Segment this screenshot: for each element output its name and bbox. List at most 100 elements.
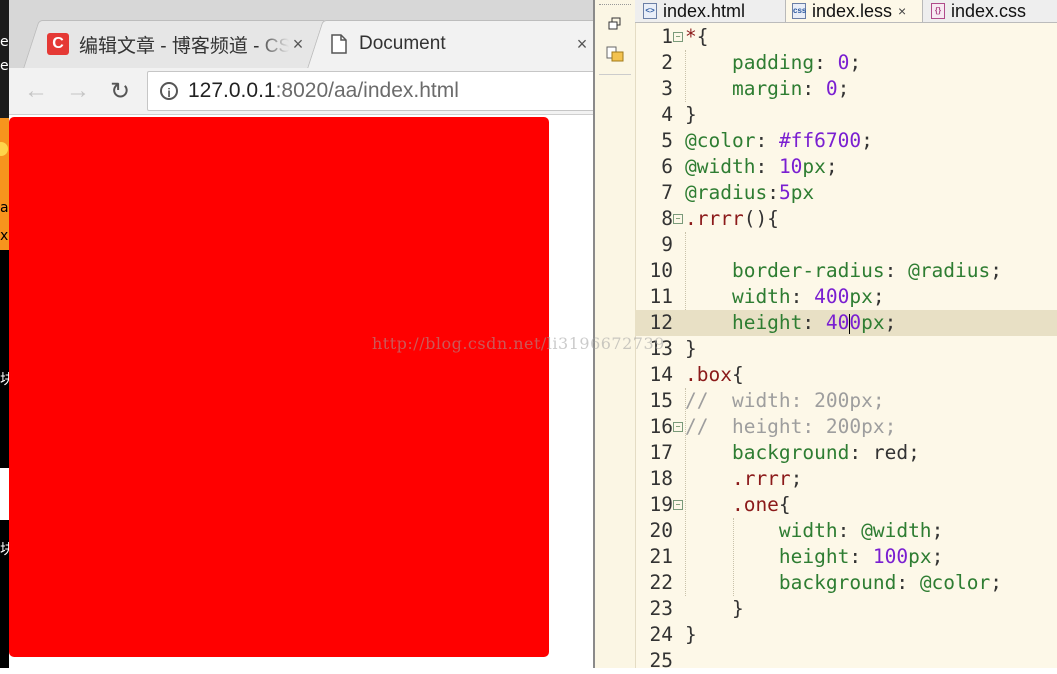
code-text: } — [685, 623, 697, 646]
code-text: @radius:5px — [685, 181, 815, 204]
line-number: 4 — [661, 103, 673, 126]
code-line[interactable]: 15 // width: 200px; — [635, 388, 1057, 414]
code-line[interactable]: 3 margin: 0; — [635, 76, 1057, 102]
browser-tab-document[interactable]: Document × — [307, 20, 611, 68]
line-number: 17 — [649, 441, 673, 464]
back-button[interactable]: ← — [21, 76, 51, 106]
tab-close-icon[interactable]: × — [573, 34, 591, 55]
code-line[interactable]: 13} — [635, 336, 1057, 362]
browser-tabstrip: C 编辑文章 - 博客频道 - CSDN × Document × — [9, 0, 611, 68]
line-number: 7 — [661, 181, 673, 204]
line-number: 21 — [649, 545, 673, 568]
code-line[interactable]: 1− *{ — [635, 24, 1057, 50]
code-text: .one{ — [685, 493, 791, 516]
code-line[interactable]: 23 } — [635, 596, 1057, 622]
desktop-glyph: x — [0, 228, 9, 244]
code-line[interactable]: 6 @width: 10px; — [635, 154, 1057, 180]
fold-toggle-icon[interactable]: − — [673, 500, 683, 510]
forward-button[interactable]: → — [63, 76, 93, 106]
html-file-icon: <> — [643, 3, 657, 19]
line-number: 2 — [661, 51, 673, 74]
line-number: 20 — [649, 519, 673, 542]
line-number: 22 — [649, 571, 673, 594]
code-line[interactable]: 18 .rrrr; — [635, 466, 1057, 492]
line-number: 19 — [649, 493, 673, 516]
code-line[interactable]: 8− .rrrr(){ — [635, 206, 1057, 232]
editor-tab-index-css[interactable]: {} index.css — [925, 0, 1057, 22]
code-line[interactable]: 16−// height: 200px; — [635, 414, 1057, 440]
desktop-glyph: 块 — [0, 372, 9, 388]
code-line[interactable]: 19− .one{ — [635, 492, 1057, 518]
code-text: *{ — [685, 25, 709, 48]
line-number: 18 — [649, 467, 673, 490]
address-url: 127.0.0.1:8020/aa/index.html — [188, 79, 459, 102]
fold-toggle-icon[interactable]: − — [673, 214, 683, 224]
line-number: 5 — [661, 129, 673, 152]
code-text: .rrrr(){ — [685, 207, 779, 230]
browser-tab-csdn[interactable]: C 编辑文章 - 博客频道 - CSDN × — [23, 20, 327, 68]
code-line[interactable]: 25 — [635, 648, 1057, 674]
project-explorer-icon[interactable] — [605, 44, 625, 64]
reload-button[interactable]: ↻ — [105, 76, 135, 106]
less-file-icon: css — [792, 3, 806, 19]
code-text: width: 400px; — [685, 285, 885, 308]
code-line[interactable]: 4} — [635, 102, 1057, 128]
code-text: .box{ — [685, 363, 744, 386]
fold-toggle-icon[interactable]: − — [673, 422, 683, 432]
code-line[interactable]: 14 .box{ — [635, 362, 1057, 388]
desktop-strip: e e a x 块 块 — [0, 0, 9, 668]
code-line[interactable]: 22 background: @color; — [635, 570, 1057, 596]
line-number: 16 — [649, 415, 673, 438]
css-file-icon: {} — [931, 3, 945, 19]
tab-title: 编辑文章 - 博客频道 - CSDN — [79, 35, 289, 57]
line-number: 15 — [649, 389, 673, 412]
address-bar[interactable]: i 127.0.0.1:8020/aa/index.html — [147, 71, 609, 111]
code-text: .rrrr; — [685, 467, 803, 490]
code-text: background: red; — [685, 441, 920, 464]
line-number: 23 — [649, 597, 673, 620]
editor-tab-index-less[interactable]: css index.less × — [785, 0, 923, 22]
desktop-glyph: a — [0, 200, 9, 216]
browser-toolbar: ← → ↻ i 127.0.0.1:8020/aa/index.html — [9, 68, 609, 115]
tab-title: Document — [359, 33, 446, 54]
code-line[interactable]: 11 width: 400px; — [635, 284, 1057, 310]
desktop-glyph: e — [0, 34, 9, 50]
code-line[interactable]: 5 @color: #ff6700; — [635, 128, 1057, 154]
code-line[interactable]: 9 — [635, 232, 1057, 258]
line-number: 12 — [649, 311, 673, 334]
desktop-glyph: e — [0, 58, 9, 74]
csdn-favicon-icon: C — [47, 33, 69, 55]
editor-tabs: <> index.html css index.less × {} index.… — [635, 0, 1057, 23]
code-text: height: 400px; — [685, 311, 897, 334]
code-line[interactable]: 21 height: 100px; — [635, 544, 1057, 570]
code-line[interactable]: 24} — [635, 622, 1057, 648]
code-line[interactable]: 7 @radius:5px — [635, 180, 1057, 206]
line-number: 25 — [649, 649, 673, 672]
code-text: background: @color; — [685, 571, 1003, 594]
code-line[interactable]: 17 background: red; — [635, 440, 1057, 466]
red-box — [9, 117, 549, 657]
code-text: // height: 200px; — [685, 415, 897, 438]
code-text: border-radius: @radius; — [685, 259, 1003, 282]
restore-window-icon[interactable] — [605, 16, 625, 36]
code-line[interactable]: 20 width: @width; — [635, 518, 1057, 544]
code-text: @color: #ff6700; — [685, 129, 873, 152]
close-icon[interactable]: × — [898, 3, 906, 19]
editor-tab-index-html[interactable]: <> index.html — [637, 0, 785, 22]
line-number: 9 — [661, 233, 673, 256]
code-text: } — [685, 103, 697, 126]
code-text: padding: 0; — [685, 51, 862, 74]
code-text: height: 100px; — [685, 545, 944, 568]
fold-toggle-icon[interactable]: − — [673, 32, 683, 42]
tab-close-icon[interactable]: × — [289, 34, 307, 55]
code-line[interactable]: 2 padding: 0; — [635, 50, 1057, 76]
info-icon[interactable]: i — [160, 82, 178, 100]
code-line[interactable]: 10 border-radius: @radius; — [635, 258, 1057, 284]
line-number: 6 — [661, 155, 673, 178]
code-line[interactable]: 12 height: 400px; — [635, 310, 1057, 336]
watermark: http://blog.csdn.net/li3196672739 — [372, 334, 665, 353]
code-area[interactable]: 1− *{2 padding: 0; 3 margin: 0; 4} 5 @color: … — [635, 24, 1057, 672]
line-number: 10 — [649, 259, 673, 282]
line-number: 1 — [661, 25, 673, 48]
code-text: width: @width; — [685, 519, 944, 542]
